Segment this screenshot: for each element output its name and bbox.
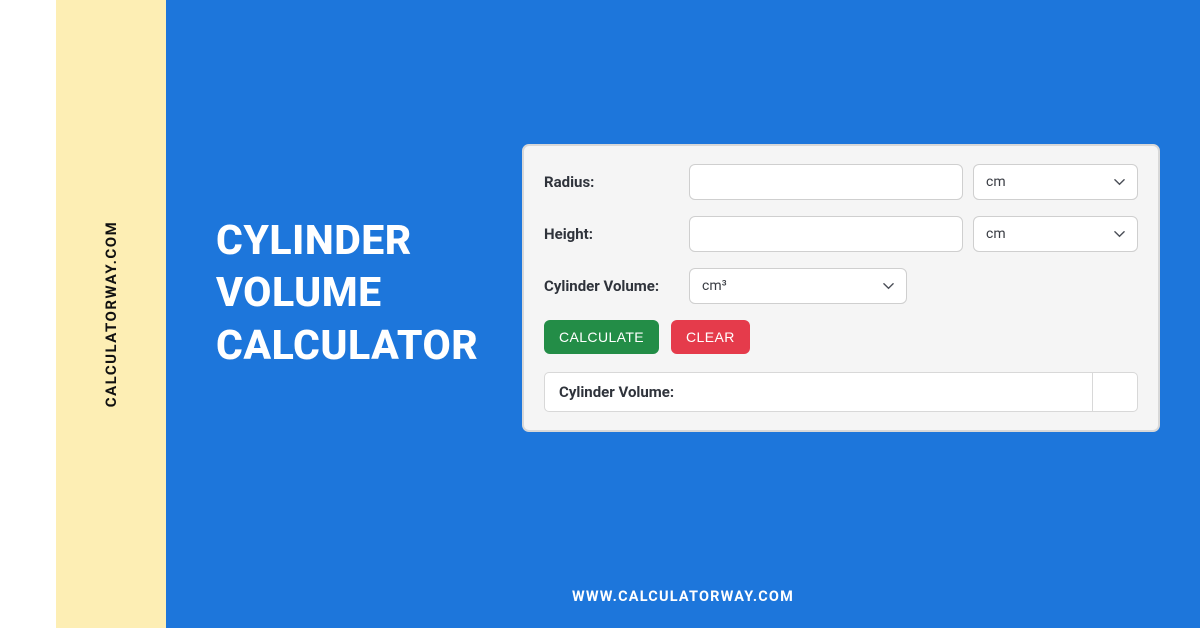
radius-label: Radius: [544, 173, 679, 191]
volume-unit-row: Cylinder Volume: cm³ [544, 268, 1138, 304]
footer-url: WWW.CALCULATORWAY.COM [572, 588, 794, 605]
height-label: Height: [544, 225, 679, 243]
height-unit-value: cm [986, 226, 1006, 242]
sidebar-stripe: CALCULATORWAY.COM [56, 0, 166, 628]
height-unit-select[interactable]: cm [973, 216, 1138, 252]
height-row: Height: cm [544, 216, 1138, 252]
volume-unit-label: Cylinder Volume: [544, 277, 679, 295]
left-white-gutter [0, 0, 56, 628]
radius-row: Radius: cm [544, 164, 1138, 200]
page: CALCULATORWAY.COM CYLINDER VOLUME CALCUL… [0, 0, 1200, 628]
title-line-3: CALCULATOR [216, 322, 478, 370]
sidebar-brand: CALCULATORWAY.COM [102, 221, 120, 407]
calculator-card: Radius: cm Height: cm Cylinder Volume: [522, 144, 1160, 432]
volume-unit-value: cm³ [702, 278, 727, 294]
volume-unit-select[interactable]: cm³ [689, 268, 907, 304]
height-input[interactable] [689, 216, 963, 252]
chevron-down-icon [1114, 231, 1125, 238]
calculate-button[interactable]: CALCULATE [544, 320, 659, 354]
chevron-down-icon [1114, 179, 1125, 186]
title-line-1: CYLINDER [216, 217, 412, 265]
result-row: Cylinder Volume: [544, 372, 1138, 412]
result-label: Cylinder Volume: [545, 373, 1092, 411]
main-content: CYLINDER VOLUME CALCULATOR Radius: cm He… [166, 0, 1200, 628]
page-title: CYLINDER VOLUME CALCULATOR [216, 215, 478, 372]
clear-button[interactable]: CLEAR [671, 320, 750, 354]
title-line-2: VOLUME [216, 269, 382, 317]
button-row: CALCULATE CLEAR [544, 320, 1138, 354]
radius-unit-select[interactable]: cm [973, 164, 1138, 200]
radius-input[interactable] [689, 164, 963, 200]
radius-unit-value: cm [986, 174, 1006, 190]
result-value [1092, 373, 1137, 411]
chevron-down-icon [883, 283, 894, 290]
